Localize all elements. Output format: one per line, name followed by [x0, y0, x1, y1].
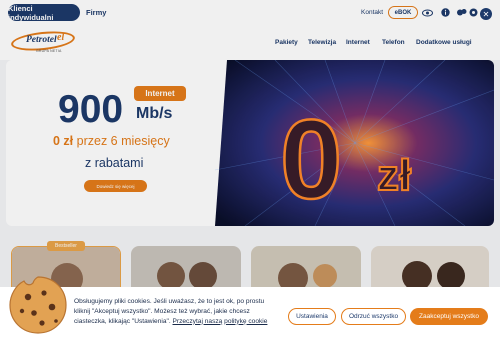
cookie-message: Obsługujemy pliki cookies. Jeśli uważasz… — [74, 297, 274, 326]
cookie-settings-button[interactable]: Ustawienia — [288, 308, 336, 325]
cookie-reject-all-button[interactable]: Odrzuć wszystko — [341, 308, 406, 325]
close-icon[interactable]: ✕ — [480, 8, 492, 20]
cookie-accept-all-button[interactable]: Zaakceptuj wszystko — [410, 308, 488, 325]
cookie-policy-link[interactable]: Przeczytaj naszą politykę cookie — [173, 318, 268, 325]
cookie-illustration — [9, 276, 67, 334]
